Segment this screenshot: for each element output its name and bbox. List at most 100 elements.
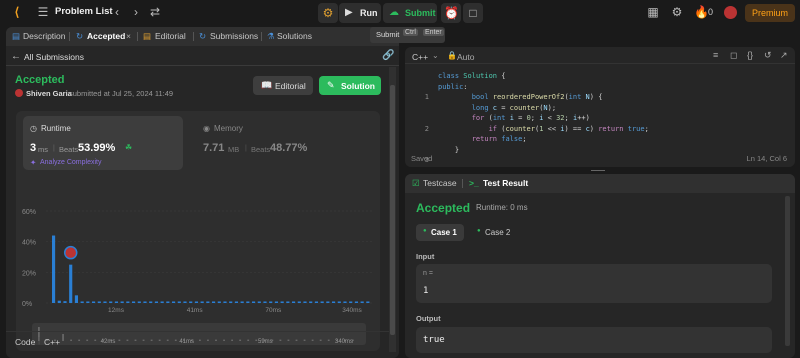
distribution-bar xyxy=(183,301,187,303)
tab-testcase[interactable]: Testcase xyxy=(423,174,457,193)
distribution-bar xyxy=(297,301,301,303)
all-submissions-link[interactable]: All Submissions xyxy=(24,52,84,62)
distribution-bar xyxy=(80,301,84,303)
editorial-button[interactable]: 📖 Editorial xyxy=(253,76,313,95)
submit-tooltip: Submit Ctrl Enter xyxy=(370,27,445,43)
memory-label: Memory xyxy=(214,124,243,133)
tab-description[interactable]: Description xyxy=(23,27,66,46)
navigator-bar xyxy=(231,339,233,341)
editorial-button-label: Editorial xyxy=(275,81,306,91)
submitter-name[interactable]: Shiven Garia xyxy=(26,89,72,98)
distribution-bar xyxy=(189,301,193,303)
code-editor-panel: C++ ⌄ 🔒 Auto ≡ ◻ {} ↺ ↗ 1 2 3 4 5 6 7 8 … xyxy=(405,47,795,167)
tab-submissions[interactable]: Submissions xyxy=(210,27,258,46)
distribution-bar xyxy=(177,301,181,303)
cloud-upload-icon: ☁ xyxy=(389,7,399,18)
input-label: Input xyxy=(416,252,435,261)
problem-list-link[interactable]: Problem List xyxy=(55,6,113,17)
timer-button[interactable]: ⏰ xyxy=(441,3,461,23)
distribution-bar xyxy=(349,301,353,303)
navigator-bar xyxy=(94,339,97,341)
navigator-bar xyxy=(134,339,137,341)
prev-problem-icon[interactable]: ‹ xyxy=(110,5,124,19)
bookmark-icon[interactable]: ◻ xyxy=(730,50,737,61)
description-icon: ▤ xyxy=(12,31,21,41)
leetcode-logo-icon[interactable]: ⟨ xyxy=(10,5,24,19)
memory-box[interactable]: ◉ Memory 7.71 MB | Beats 48.77% xyxy=(196,116,356,170)
distribution-bar xyxy=(332,301,336,303)
shuffle-icon[interactable]: ⇄ xyxy=(148,5,162,19)
distribution-bar xyxy=(86,301,90,303)
reset-icon[interactable]: ↺ xyxy=(764,50,772,61)
left-panel: ▤ Description ↻ Accepted × ▤ Editorial ↻… xyxy=(6,27,399,358)
fire-icon[interactable]: 🔥 xyxy=(694,5,709,19)
settings-gear-icon[interactable]: ⚙ xyxy=(670,5,684,19)
runtime-box[interactable]: ◷ Runtime 3 ms | Beats 53.99% ☘ ✦ Analyz… xyxy=(23,116,183,170)
case-2-tab[interactable]: ● Case 2 xyxy=(470,224,518,241)
back-arrow-icon[interactable]: ← xyxy=(11,51,21,62)
memory-value: 7.71 xyxy=(203,142,225,154)
layout-icon[interactable]: ▦ xyxy=(646,5,660,19)
distribution-bar xyxy=(309,301,313,303)
braces-icon[interactable]: {} xyxy=(747,50,753,60)
accepted-tab-icon: ↻ xyxy=(76,31,84,41)
y-tick-label: 0% xyxy=(22,301,32,308)
run-button[interactable]: ▶ Run xyxy=(339,3,381,23)
memory-beats-label: Beats xyxy=(251,145,271,154)
notes-button[interactable]: □ xyxy=(463,3,483,23)
navigator-bar xyxy=(327,339,330,341)
range-navigator xyxy=(32,323,366,345)
submit-button[interactable]: ☁ Submit xyxy=(383,3,437,23)
distribution-bar xyxy=(286,301,290,303)
distribution-bar xyxy=(132,301,136,303)
book-icon: 📖 xyxy=(261,80,273,90)
debug-button[interactable]: ⚙ xyxy=(318,3,338,23)
result-scrollbar[interactable] xyxy=(785,196,790,346)
memory-unit: MB xyxy=(228,145,240,154)
link-icon[interactable]: 🔗 xyxy=(382,50,394,61)
resize-handle[interactable] xyxy=(591,169,605,172)
chevron-down-icon[interactable]: ⌄ xyxy=(432,51,439,60)
navigator-bar xyxy=(199,339,201,341)
close-tab-icon[interactable]: × xyxy=(126,27,131,46)
code-content[interactable]: class Solution { public: bool reorderedP… xyxy=(438,71,649,155)
auto-mode[interactable]: Auto xyxy=(457,52,475,62)
y-tick-label: 20% xyxy=(22,270,36,277)
scrollbar-thumb[interactable] xyxy=(390,85,395,335)
tab-accepted[interactable]: Accepted xyxy=(87,27,125,46)
line-numbers: 1 2 3 4 5 6 7 8 xyxy=(413,71,429,167)
navigator-tick-label: 41ms xyxy=(179,339,194,345)
tab-test-result[interactable]: Test Result xyxy=(483,174,528,193)
distribution-bar xyxy=(172,301,176,303)
x-tick-label: 41ms xyxy=(187,307,204,314)
scrollbar-track[interactable] xyxy=(389,67,396,352)
analyze-complexity-link[interactable]: Analyze Complexity xyxy=(40,159,101,166)
code-divider: | xyxy=(38,336,41,345)
case-1-tab[interactable]: ● Case 1 xyxy=(416,224,464,241)
expand-icon[interactable]: ↗ xyxy=(780,50,788,61)
runtime-distribution-chart[interactable]: 60% 40% 20% 0% 12ms 41ms 70ms 340ms 42ms 41ms 59ms… xyxy=(16,173,380,351)
next-problem-icon[interactable]: › xyxy=(129,5,143,19)
runtime-value: 3 xyxy=(30,142,37,154)
avatar[interactable] xyxy=(724,6,737,19)
distribution-bar xyxy=(149,301,153,303)
stats-card: ◷ Runtime 3 ms | Beats 53.99% ☘ ✦ Analyz… xyxy=(16,111,380,351)
distribution-bar xyxy=(366,301,370,303)
leaf-icon: ☘ xyxy=(125,143,133,152)
distribution-bar xyxy=(97,301,101,303)
tab-solutions[interactable]: Solutions xyxy=(277,27,312,46)
premium-button[interactable]: Premium xyxy=(745,4,795,22)
solution-button[interactable]: ✎ Solution xyxy=(319,76,381,95)
language-select[interactable]: C++ xyxy=(412,52,428,62)
result-tab-bar: ☑ Testcase >_ Test Result xyxy=(405,174,795,193)
navigator-tick-label: 42ms xyxy=(101,339,116,345)
checkbox-icon: ☑ xyxy=(412,178,420,188)
navigator-bar xyxy=(311,339,314,341)
format-icon[interactable]: ≡ xyxy=(713,50,718,60)
distribution-bar xyxy=(240,301,244,303)
tab-editorial[interactable]: Editorial xyxy=(155,27,186,46)
distribution-bar xyxy=(109,301,113,303)
x-tick-label: 70ms xyxy=(265,307,282,314)
code-label: Code xyxy=(15,337,36,347)
list-icon[interactable]: ☰ xyxy=(36,5,50,19)
